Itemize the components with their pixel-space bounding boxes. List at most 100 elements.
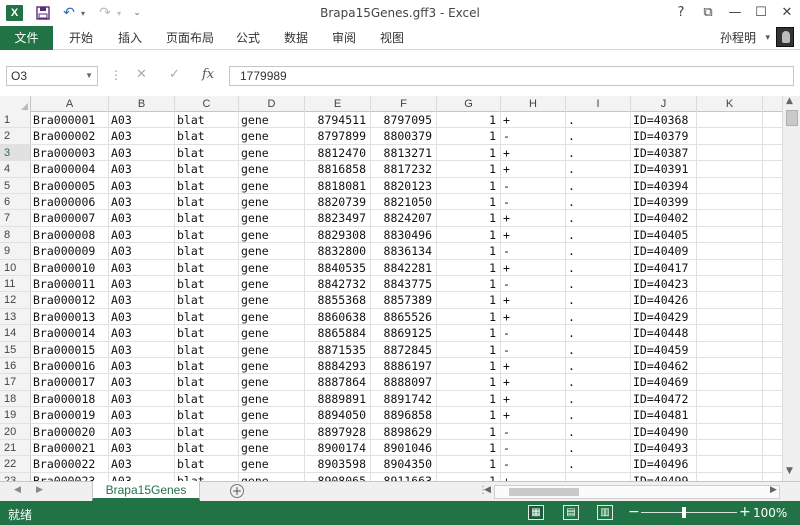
cell-g[interactable]: 1 — [437, 161, 501, 177]
cell-g[interactable]: 1 — [437, 128, 501, 144]
cell-b[interactable]: A03 — [109, 358, 175, 374]
cell-g[interactable]: 1 — [437, 423, 501, 439]
cell-e[interactable]: 8794511 — [305, 112, 371, 128]
cell-k[interactable] — [697, 128, 763, 144]
cell-d[interactable]: gene — [239, 440, 305, 456]
cell-d[interactable]: gene — [239, 276, 305, 292]
row-header[interactable]: 4 — [0, 161, 31, 177]
zoom-slider-thumb[interactable] — [682, 507, 687, 518]
cell-j[interactable]: ID=40448 — [631, 325, 697, 341]
cell-g[interactable]: 1 — [437, 276, 501, 292]
cell-k[interactable] — [697, 210, 763, 226]
cell-k[interactable] — [697, 456, 763, 472]
cell-h[interactable]: - — [501, 194, 566, 210]
cell-j[interactable]: ID=40405 — [631, 226, 697, 243]
cell-j[interactable]: ID=40399 — [631, 194, 697, 210]
cell-k[interactable] — [697, 325, 763, 341]
cell-j[interactable]: ID=40459 — [631, 341, 697, 357]
tab-page-layout[interactable]: 页面布局 — [166, 26, 214, 50]
cell-b[interactable]: A03 — [109, 194, 175, 210]
cell-f[interactable]: 8817232 — [371, 161, 437, 177]
cell-a[interactable]: Bra000003 — [31, 144, 109, 161]
cell-a[interactable]: Bra000010 — [31, 259, 109, 275]
cell-f[interactable]: 8800379 — [371, 128, 437, 144]
cell-i[interactable]: . — [566, 128, 631, 144]
horizontal-scroll-thumb[interactable] — [509, 488, 579, 496]
cell-a[interactable]: Bra000013 — [31, 308, 109, 325]
ribbon-display-icon[interactable]: ⧉ — [697, 3, 719, 23]
cell-h[interactable]: + — [501, 472, 566, 481]
cell-f[interactable]: 8891742 — [371, 390, 437, 407]
cell-g[interactable]: 1 — [437, 292, 501, 308]
row-header[interactable]: 3 — [0, 144, 31, 161]
enter-icon[interactable]: ✓ — [169, 67, 180, 82]
cell-b[interactable]: A03 — [109, 259, 175, 275]
cell-j[interactable]: ID=40472 — [631, 390, 697, 407]
cell-f[interactable]: 8898629 — [371, 423, 437, 439]
tab-insert[interactable]: 插入 — [118, 26, 142, 50]
row-header[interactable]: 9 — [0, 243, 31, 259]
cell-d[interactable]: gene — [239, 325, 305, 341]
cell-f[interactable]: 8888097 — [371, 374, 437, 390]
cell-j[interactable]: ID=40499 — [631, 472, 697, 481]
name-box-chevron-icon[interactable]: ▼ — [85, 67, 93, 85]
cell-a[interactable]: Bra000016 — [31, 358, 109, 374]
cell-a[interactable]: Bra000014 — [31, 325, 109, 341]
cell-j[interactable]: ID=40423 — [631, 276, 697, 292]
cell-h[interactable]: + — [501, 112, 566, 128]
tab-view[interactable]: 视图 — [380, 26, 404, 50]
cell-j[interactable]: ID=40387 — [631, 144, 697, 161]
cell-a[interactable]: Bra000002 — [31, 128, 109, 144]
cell-k[interactable] — [697, 472, 763, 481]
cell-c[interactable]: blat — [175, 456, 239, 472]
cell-c[interactable]: blat — [175, 243, 239, 259]
next-sheet-icon[interactable]: ▶ — [36, 485, 43, 495]
cell-e[interactable]: 8832800 — [305, 243, 371, 259]
cell-b[interactable]: A03 — [109, 308, 175, 325]
cell-c[interactable]: blat — [175, 226, 239, 243]
cell-c[interactable]: blat — [175, 292, 239, 308]
cell-f[interactable]: 8869125 — [371, 325, 437, 341]
row-header[interactable]: 21 — [0, 440, 31, 456]
cell-e[interactable]: 8842732 — [305, 276, 371, 292]
maximize-icon[interactable]: ☐ — [750, 3, 772, 23]
cell-b[interactable]: A03 — [109, 177, 175, 193]
row-header[interactable]: 16 — [0, 358, 31, 374]
scroll-left-icon[interactable]: ◀ — [484, 485, 491, 495]
cell-a[interactable]: Bra000020 — [31, 423, 109, 439]
cell-g[interactable]: 1 — [437, 112, 501, 128]
cell-d[interactable]: gene — [239, 259, 305, 275]
zoom-out-icon[interactable]: − — [628, 504, 640, 520]
cell-a[interactable]: Bra000019 — [31, 407, 109, 423]
cell-d[interactable]: gene — [239, 341, 305, 357]
cell-d[interactable]: gene — [239, 456, 305, 472]
page-break-view-icon[interactable]: ▥ — [597, 505, 613, 520]
cell-j[interactable]: ID=40417 — [631, 259, 697, 275]
cell-b[interactable]: A03 — [109, 325, 175, 341]
cell-a[interactable]: Bra000007 — [31, 210, 109, 226]
cell-e[interactable]: 8812470 — [305, 144, 371, 161]
cell-k[interactable] — [697, 226, 763, 243]
cell-e[interactable]: 8897928 — [305, 423, 371, 439]
cell-k[interactable] — [697, 259, 763, 275]
redo-dropdown-icon[interactable]: ▾ — [114, 4, 124, 22]
cell-h[interactable]: + — [501, 210, 566, 226]
cell-e[interactable]: 8903598 — [305, 456, 371, 472]
cell-f[interactable]: 8843775 — [371, 276, 437, 292]
cell-i[interactable]: . — [566, 276, 631, 292]
cell-d[interactable]: gene — [239, 144, 305, 161]
cell-c[interactable]: blat — [175, 407, 239, 423]
cell-f[interactable]: 8821050 — [371, 194, 437, 210]
close-icon[interactable]: ✕ — [776, 3, 798, 23]
cell-j[interactable]: ID=40429 — [631, 308, 697, 325]
cell-d[interactable]: gene — [239, 226, 305, 243]
cell-a[interactable]: Bra000005 — [31, 177, 109, 193]
cancel-icon[interactable]: ✕ — [136, 67, 147, 82]
row-header[interactable]: 7 — [0, 210, 31, 226]
cell-g[interactable]: 1 — [437, 144, 501, 161]
cell-f[interactable]: 8836134 — [371, 243, 437, 259]
horizontal-scrollbar[interactable] — [494, 485, 780, 499]
cell-g[interactable]: 1 — [437, 259, 501, 275]
cell-f[interactable]: 8872845 — [371, 341, 437, 357]
cell-b[interactable]: A03 — [109, 407, 175, 423]
